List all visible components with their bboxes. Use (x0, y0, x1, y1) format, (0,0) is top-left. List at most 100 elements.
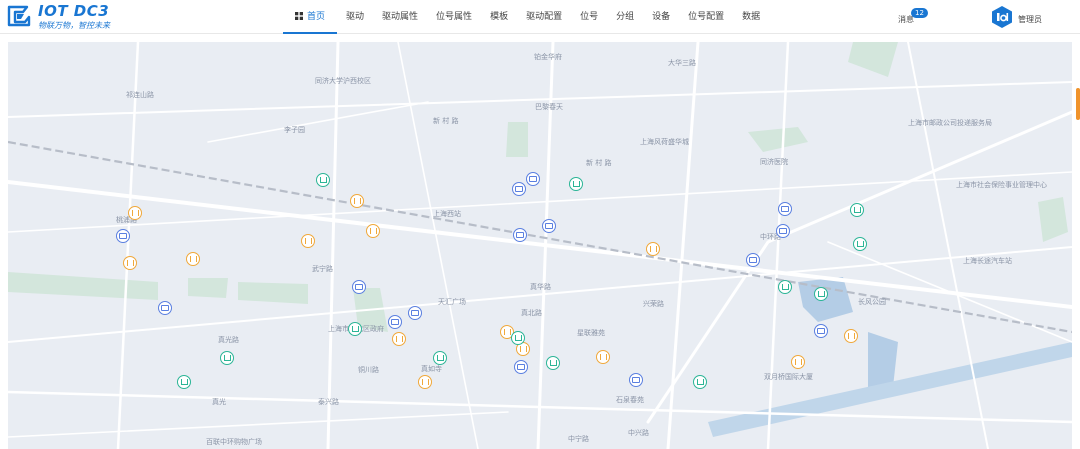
nav-item-driver-config[interactable]: 驱动配置 (517, 0, 571, 34)
restaurant-icon (503, 329, 511, 335)
bank-icon (319, 177, 327, 183)
map-marker-bus[interactable] (814, 324, 828, 338)
map-marker-bus[interactable] (776, 224, 790, 238)
map-marker-food[interactable] (392, 332, 406, 346)
map-marker-bank[interactable] (511, 331, 525, 345)
map-marker-food[interactable] (418, 375, 432, 389)
map-place-label: 上海市社会保险事业管理中心 (956, 181, 1047, 189)
map-place-label: 武宁路 (312, 265, 333, 273)
restaurant-icon (794, 359, 802, 365)
nav-item-template[interactable]: 模板 (481, 0, 517, 34)
map-marker-bank[interactable] (220, 351, 234, 365)
restaurant-icon (131, 210, 139, 216)
brand-title: IOT DC3 (38, 2, 110, 20)
map-marker-bank[interactable] (814, 287, 828, 301)
map-marker-food[interactable] (350, 194, 364, 208)
logo-icon (7, 5, 31, 27)
bus-icon (817, 328, 825, 334)
nav-item-home[interactable]: 首页 (283, 0, 338, 34)
map-marker-bank[interactable] (853, 237, 867, 251)
map-marker-food[interactable] (301, 234, 315, 248)
nav-item-point[interactable]: 位号 (571, 0, 607, 34)
map-view[interactable]: 同济大学沪西校区 铂金华府 大华三路 巴黎春天新 村 路李子园 祁连山路 上海西站 上海风荷… (8, 42, 1072, 449)
map-marker-bank[interactable] (569, 177, 583, 191)
brand-logo[interactable]: IOT DC3 物联万物，智控未来 (6, 2, 126, 31)
restaurant-icon (847, 333, 855, 339)
map-marker-bank[interactable] (177, 375, 191, 389)
nav-item-data[interactable]: 数据 (733, 0, 769, 34)
bus-icon (515, 186, 523, 192)
map-marker-bank[interactable] (693, 375, 707, 389)
map-place-label: 上海长途汽车站 (963, 257, 1012, 265)
bank-icon (223, 355, 231, 361)
map-marker-food[interactable] (596, 350, 610, 364)
bank-icon (696, 379, 704, 385)
map-place-label: 李子园 (284, 126, 305, 134)
map-marker-bus[interactable] (388, 315, 402, 329)
map-marker-bus[interactable] (778, 202, 792, 216)
map-marker-food[interactable] (128, 206, 142, 220)
map-marker-bus[interactable] (513, 228, 527, 242)
bus-icon (119, 233, 127, 239)
map-place-label: 铂金华府 (534, 53, 562, 61)
map-marker-bus[interactable] (408, 306, 422, 320)
map-marker-bus[interactable] (514, 360, 528, 374)
map-marker-bank[interactable] (778, 280, 792, 294)
map-marker-food[interactable] (366, 224, 380, 238)
map-marker-bus[interactable] (512, 182, 526, 196)
user-name[interactable]: 管理员 (1018, 14, 1042, 25)
map-marker-food[interactable] (186, 252, 200, 266)
nav-item-group[interactable]: 分组 (607, 0, 643, 34)
map-marker-bank[interactable] (433, 351, 447, 365)
map-marker-food[interactable] (791, 355, 805, 369)
nav-item-device[interactable]: 设备 (643, 0, 679, 34)
map-marker-food[interactable] (844, 329, 858, 343)
page-scrollbar[interactable] (1076, 88, 1080, 120)
map-marker-bus[interactable] (746, 253, 760, 267)
nav-item-driver[interactable]: 驱动 (337, 0, 373, 34)
map-marker-bank[interactable] (348, 322, 362, 336)
map-place-label: 兴荣路 (643, 300, 664, 308)
restaurant-icon (126, 260, 134, 266)
nav-item-point-config[interactable]: 位号配置 (679, 0, 733, 34)
bus-icon (355, 284, 363, 290)
map-place-label: 上海西站 (433, 210, 461, 218)
restaurant-icon (369, 228, 377, 234)
map-marker-bus[interactable] (542, 219, 556, 233)
map-place-label: 星联雅苑 (577, 329, 605, 337)
top-header: IOT DC3 物联万物，智控未来 首页 驱动 驱动属性 位号属性 模板 驱动配… (0, 0, 1080, 34)
map-place-label: 真光 (212, 398, 226, 406)
map-place-label: 新 村 路 (433, 117, 459, 125)
map-place-label: 中宁路 (568, 435, 589, 443)
map-marker-bank[interactable] (850, 203, 864, 217)
restaurant-icon (395, 336, 403, 342)
map-place-label: 石泉春苑 (616, 396, 644, 404)
nav-item-point-attribute[interactable]: 位号属性 (427, 0, 481, 34)
map-place-label: 铜川路 (358, 366, 379, 374)
nav-item-driver-attribute[interactable]: 驱动属性 (373, 0, 427, 34)
map-marker-bus[interactable] (352, 280, 366, 294)
avatar[interactable] (990, 5, 1014, 29)
map-place-label: 泰兴路 (318, 398, 339, 406)
map-marker-bank[interactable] (546, 356, 560, 370)
map-marker-bus[interactable] (116, 229, 130, 243)
map-marker-bus[interactable] (629, 373, 643, 387)
bus-icon (781, 206, 789, 212)
bank-icon (781, 284, 789, 290)
map-place-label: 祁连山路 (126, 91, 154, 99)
map-place-label: 同济大学沪西校区 (315, 77, 371, 85)
bank-icon (572, 181, 580, 187)
map-marker-bus[interactable] (158, 301, 172, 315)
grid-icon (295, 11, 303, 20)
map-place-label: 真如寺 (421, 365, 442, 373)
map-marker-bank[interactable] (316, 173, 330, 187)
bus-icon (529, 176, 537, 182)
map-marker-food[interactable] (123, 256, 137, 270)
bank-icon (351, 326, 359, 332)
bus-icon (779, 228, 787, 234)
messages-count-badge: 12 (911, 8, 928, 18)
map-place-label: 中兴路 (628, 429, 649, 437)
map-marker-bus[interactable] (526, 172, 540, 186)
map-marker-food[interactable] (646, 242, 660, 256)
bus-icon (749, 257, 757, 263)
